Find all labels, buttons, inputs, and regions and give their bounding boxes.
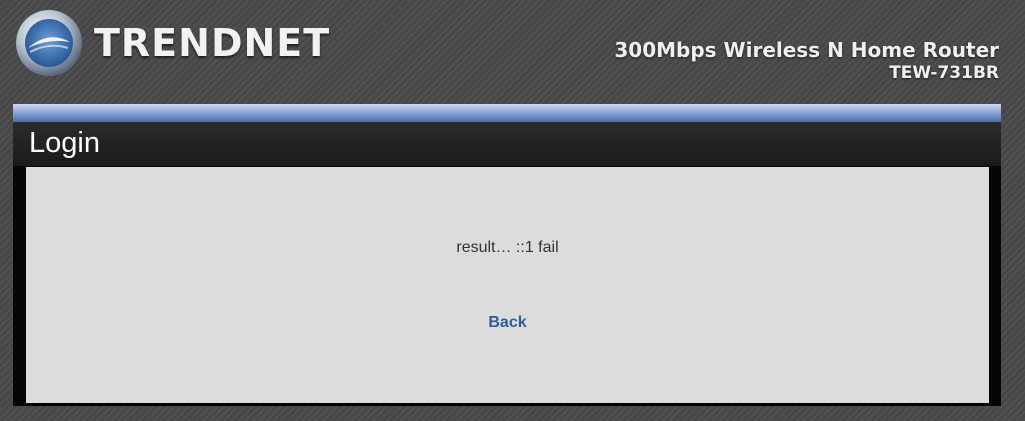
back-link[interactable]: Back xyxy=(488,314,526,331)
panel-accent-bar xyxy=(13,104,1001,122)
login-panel: Login result… ::1 fail Back xyxy=(13,104,1001,406)
result-message: result… ::1 fail xyxy=(456,239,559,256)
panel-content: result… ::1 fail Back xyxy=(26,167,989,403)
page-title: Login xyxy=(29,127,100,159)
back-link-container: Back xyxy=(26,314,989,332)
product-info: 300Mbps Wireless N Home Router TEW-731BR xyxy=(614,38,999,84)
panel-title-bar: Login xyxy=(13,122,1001,166)
brand-name: TRENDNET xyxy=(94,21,331,65)
page-header: TRENDNET 300Mbps Wireless N Home Router … xyxy=(0,0,1025,100)
brand-logo: TRENDNET xyxy=(14,8,330,78)
product-model: TEW-731BR xyxy=(889,63,999,83)
product-name: 300Mbps Wireless N Home Router xyxy=(614,38,999,62)
trendnet-logo-icon xyxy=(16,10,82,76)
